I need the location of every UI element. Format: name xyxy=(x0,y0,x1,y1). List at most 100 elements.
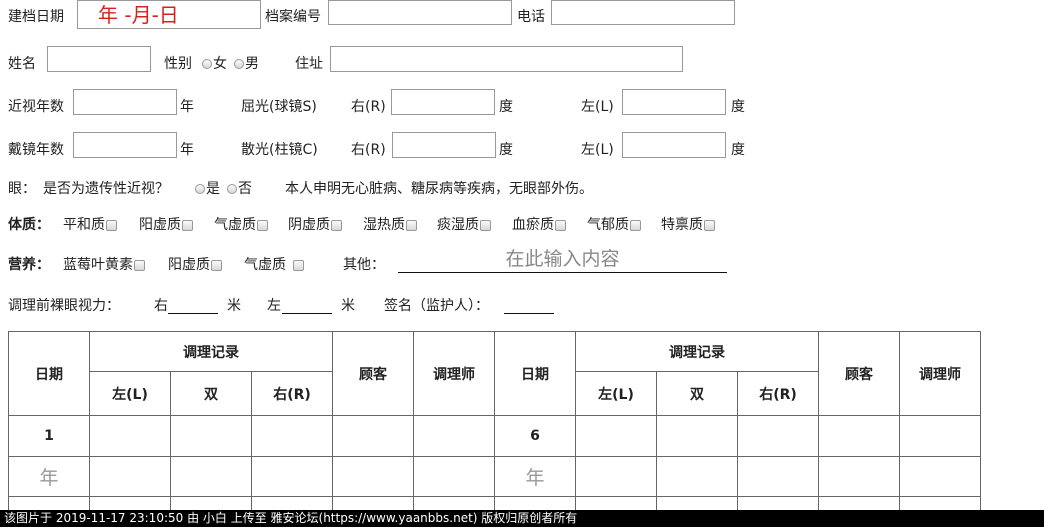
both-eyes-header: 双 xyxy=(656,371,738,416)
table-cell[interactable] xyxy=(656,415,738,457)
customer-header: 顾客 xyxy=(818,331,900,416)
myopia-years-label: 近视年数 xyxy=(8,99,64,115)
table-cell[interactable] xyxy=(899,456,981,497)
table-cell[interactable] xyxy=(737,415,819,457)
year-placeholder[interactable]: 年 xyxy=(494,456,576,497)
checkbox[interactable] xyxy=(182,219,193,231)
table-row: 1 6 xyxy=(8,415,981,457)
checkbox[interactable] xyxy=(211,259,222,271)
vision-right-input[interactable] xyxy=(168,296,218,314)
table-cell[interactable] xyxy=(899,415,981,457)
option-label: 痰湿质 xyxy=(437,217,479,233)
cylinder-left-label: 左(L) xyxy=(581,142,614,158)
checkbox[interactable] xyxy=(106,219,117,231)
file-date-input[interactable]: 年 -月-日 xyxy=(77,0,261,29)
glasses-years-input[interactable] xyxy=(73,132,177,158)
vision-right-label: 右 xyxy=(154,298,168,314)
record-header: 调理记录 xyxy=(575,331,819,372)
constitution-option[interactable]: 气郁质 xyxy=(587,214,641,234)
cylinder-right-input[interactable] xyxy=(392,132,496,158)
constitution-option[interactable]: 阳虚质 xyxy=(139,214,193,234)
table-cell[interactable] xyxy=(413,456,495,497)
option-label: 血瘀质 xyxy=(512,217,554,233)
year-placeholder[interactable]: 年 xyxy=(8,456,90,497)
female-radio[interactable] xyxy=(202,59,212,69)
nutrition-option[interactable]: 气虚质 xyxy=(244,254,304,274)
constitution-option[interactable]: 平和质 xyxy=(63,214,117,234)
degree-unit: 度 xyxy=(499,99,513,115)
vision-unit: 米 xyxy=(227,298,241,314)
cylinder-left-input[interactable] xyxy=(622,132,726,158)
hereditary-yes-option[interactable]: 是 xyxy=(195,178,220,198)
checkbox[interactable] xyxy=(293,259,304,271)
checkbox[interactable] xyxy=(480,219,491,231)
eye-label: 眼： xyxy=(8,181,36,197)
constitution-label: 体质： xyxy=(8,217,50,233)
option-label: 阳虚质 xyxy=(139,217,181,233)
checkbox[interactable] xyxy=(257,219,268,231)
table-cell[interactable] xyxy=(818,456,900,497)
name-input[interactable] xyxy=(47,46,151,72)
right-eye-header: 右(R) xyxy=(737,371,819,416)
phone-input[interactable] xyxy=(551,0,735,25)
session-number: 6 xyxy=(494,415,576,457)
checkbox[interactable] xyxy=(704,219,715,231)
address-input[interactable] xyxy=(330,46,683,72)
table-cell[interactable] xyxy=(332,456,414,497)
table-cell[interactable] xyxy=(737,456,819,497)
table-cell[interactable] xyxy=(656,456,738,497)
constitution-option[interactable]: 湿热质 xyxy=(363,214,417,234)
table-cell[interactable] xyxy=(170,456,252,497)
sphere-label: 屈光(球镜S) xyxy=(241,99,317,115)
option-label: 特禀质 xyxy=(661,217,703,233)
constitution-option[interactable]: 阴虚质 xyxy=(288,214,342,234)
constitution-option[interactable]: 特禀质 xyxy=(661,214,715,234)
gender-female-option[interactable]: 女 xyxy=(202,53,227,73)
male-radio[interactable] xyxy=(234,59,244,69)
yes-radio[interactable] xyxy=(195,184,205,194)
table-cell[interactable] xyxy=(251,415,333,457)
table-cell[interactable] xyxy=(575,415,657,457)
table-cell[interactable] xyxy=(413,415,495,457)
table-cell[interactable] xyxy=(170,415,252,457)
guardian-sign-input[interactable] xyxy=(504,296,554,314)
health-declaration: 本人申明无心脏病、糖尿病等疾病，无眼部外伤。 xyxy=(285,181,593,197)
sphere-left-input[interactable] xyxy=(622,89,726,115)
table-cell[interactable] xyxy=(251,456,333,497)
table-cell[interactable] xyxy=(575,456,657,497)
nutrition-option[interactable]: 阳虚质 xyxy=(168,254,222,274)
checkbox[interactable] xyxy=(555,219,566,231)
constitution-option[interactable]: 血瘀质 xyxy=(512,214,566,234)
constitution-option[interactable]: 气虚质 xyxy=(214,214,268,234)
checkbox[interactable] xyxy=(134,259,145,271)
no-radio[interactable] xyxy=(227,184,237,194)
option-label: 阳虚质 xyxy=(168,257,210,273)
vision-left-label: 左 xyxy=(267,298,281,314)
option-label: 气虚质 xyxy=(244,257,286,273)
no-label: 否 xyxy=(238,181,252,197)
file-number-input[interactable] xyxy=(328,0,512,25)
file-number-label: 档案编号 xyxy=(265,9,321,25)
myopia-years-input[interactable] xyxy=(73,89,177,115)
checkbox[interactable] xyxy=(406,219,417,231)
gender-male-option[interactable]: 男 xyxy=(234,53,259,73)
table-cell[interactable] xyxy=(89,415,171,457)
nutrition-label: 营养： xyxy=(8,257,50,273)
table-cell[interactable] xyxy=(332,415,414,457)
checkbox[interactable] xyxy=(331,219,342,231)
hereditary-no-option[interactable]: 否 xyxy=(227,178,252,198)
therapist-header: 调理师 xyxy=(413,331,495,416)
constitution-option[interactable]: 痰湿质 xyxy=(437,214,491,234)
nutrition-option[interactable]: 蓝莓叶黄素 xyxy=(63,254,145,274)
vision-left-input[interactable] xyxy=(282,296,332,314)
date-header: 日期 xyxy=(494,331,576,416)
table-cell[interactable] xyxy=(89,456,171,497)
left-eye-header: 左(L) xyxy=(575,371,657,416)
therapist-header: 调理师 xyxy=(899,331,981,416)
degree-unit: 度 xyxy=(731,142,745,158)
sphere-right-input[interactable] xyxy=(391,89,495,115)
checkbox[interactable] xyxy=(630,219,641,231)
nutrition-other-input[interactable]: 在此输入内容 xyxy=(398,246,727,273)
table-cell[interactable] xyxy=(818,415,900,457)
phone-label: 电话 xyxy=(517,9,545,25)
